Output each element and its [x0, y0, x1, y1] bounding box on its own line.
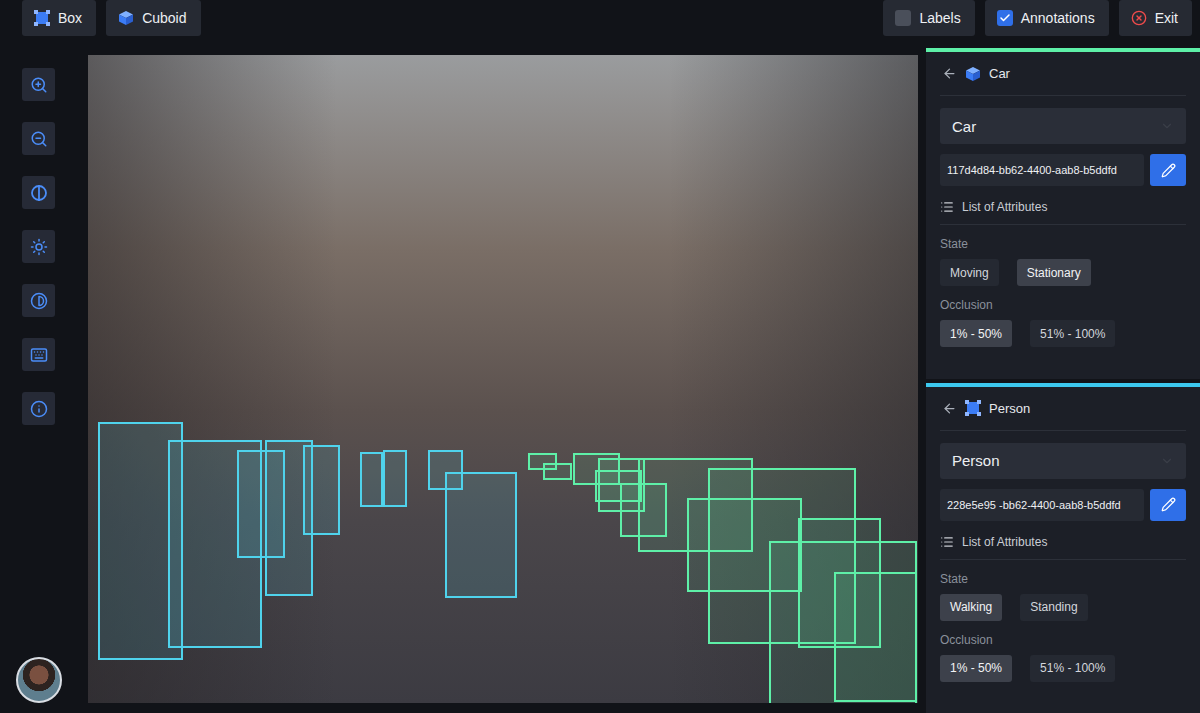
zoom-out-icon — [30, 130, 48, 148]
street-photo[interactable] — [88, 55, 918, 703]
shortcuts-button[interactable] — [22, 338, 55, 371]
cube-icon — [965, 66, 981, 82]
canvas-area — [88, 48, 926, 713]
cube-icon — [118, 10, 134, 26]
close-circle-icon — [1131, 10, 1147, 26]
cuboid-annotation[interactable] — [800, 520, 915, 700]
option-button[interactable]: 51% - 100% — [1030, 320, 1115, 347]
edit-button[interactable] — [1150, 154, 1186, 186]
exit-button[interactable]: Exit — [1119, 0, 1192, 36]
attributes-title: List of Attributes — [940, 200, 1186, 225]
checkbox[interactable] — [997, 10, 1013, 26]
class-select[interactable]: Car — [940, 108, 1186, 144]
bounding-box-icon — [34, 10, 50, 26]
annotation-app: Box Cuboid Labels Annotations Exit Car Car 117d… — [0, 0, 1200, 713]
cuboid-front-face — [834, 572, 917, 702]
pencil-icon — [1161, 163, 1176, 178]
box-annotation[interactable] — [383, 450, 407, 507]
sun-icon — [30, 238, 48, 256]
view-group: Labels Annotations Exit — [883, 0, 1192, 36]
toggle-button[interactable]: Annotations — [985, 0, 1109, 36]
id-row: 117d4d84-bb62-4400-aab8-b5ddfd — [940, 154, 1186, 186]
list-icon — [940, 200, 954, 214]
option-button[interactable]: Moving — [940, 259, 999, 286]
id-row: 228e5e95 -bb62-4400-aab8-b5ddfd — [940, 489, 1186, 521]
group-label: Occlusion — [940, 298, 1186, 312]
user-avatar[interactable] — [16, 657, 62, 703]
panel-title: Person — [989, 401, 1030, 416]
keyboard-icon — [30, 346, 48, 364]
workspace: Car Car 117d4d84-bb62-4400-aab8-b5ddfd List… — [0, 48, 1200, 713]
chevron-down-icon — [1160, 119, 1174, 133]
pencil-icon — [1161, 497, 1176, 512]
attribute-panel: Person Person 228e5e95 -bb62-4400-aab8-b5d… — [926, 383, 1200, 713]
option-row: Walking Standing — [940, 594, 1186, 621]
option-button[interactable]: Walking — [940, 594, 1002, 621]
attribute-panel: Car Car 117d4d84-bb62-4400-aab8-b5ddfd List… — [926, 48, 1200, 379]
info-button[interactable] — [22, 392, 55, 425]
option-row: 1% - 50% 51% - 100% — [940, 655, 1186, 682]
option-button[interactable]: 51% - 100% — [1030, 655, 1115, 682]
panel-title: Car — [989, 66, 1010, 81]
tool-list — [22, 68, 55, 657]
list-icon — [940, 535, 954, 549]
zoom-out-button[interactable] — [22, 122, 55, 155]
group-label: State — [940, 237, 1186, 251]
split-circle-icon — [30, 184, 48, 202]
box-annotation[interactable] — [445, 472, 517, 598]
option-row: Moving Stationary — [940, 259, 1186, 286]
panel-header: Person — [940, 387, 1186, 431]
attributes-title: List of Attributes — [940, 535, 1186, 560]
edit-button[interactable] — [1150, 489, 1186, 521]
toggle-button[interactable]: Labels — [883, 0, 974, 36]
id-field[interactable]: 228e5e95 -bb62-4400-aab8-b5ddfd — [940, 489, 1144, 521]
zoom-in-icon — [30, 76, 48, 94]
bounding-box-icon — [965, 400, 981, 416]
group-label: State — [940, 572, 1186, 586]
attribute-group: State Moving Stationary — [940, 225, 1186, 286]
tool-button[interactable]: Cuboid — [106, 0, 200, 36]
tool-column — [0, 48, 88, 713]
contrast-icon — [30, 292, 48, 310]
attribute-group: Occlusion 1% - 50% 51% - 100% — [940, 621, 1186, 682]
box-annotation[interactable] — [360, 452, 383, 507]
checkbox[interactable] — [895, 10, 911, 26]
class-value: Car — [952, 118, 976, 135]
split-view-button[interactable] — [22, 176, 55, 209]
check-icon — [999, 12, 1011, 24]
option-button[interactable]: 1% - 50% — [940, 320, 1012, 347]
attribute-group: Occlusion 1% - 50% 51% - 100% — [940, 286, 1186, 347]
box-annotation[interactable] — [303, 445, 340, 535]
chevron-down-icon — [1160, 454, 1174, 468]
info-icon — [30, 400, 48, 418]
option-button[interactable]: Stationary — [1017, 259, 1091, 286]
contrast-button[interactable] — [22, 284, 55, 317]
class-select[interactable]: Person — [940, 443, 1186, 479]
zoom-in-button[interactable] — [22, 68, 55, 101]
brightness-button[interactable] — [22, 230, 55, 263]
back-arrow-icon[interactable] — [942, 401, 957, 416]
group-label: Occlusion — [940, 633, 1186, 647]
class-value: Person — [952, 452, 1000, 469]
top-toolbar: Box Cuboid Labels Annotations Exit — [0, 0, 1200, 48]
id-field[interactable]: 117d4d84-bb62-4400-aab8-b5ddfd — [940, 154, 1144, 186]
option-button[interactable]: Standing — [1020, 594, 1087, 621]
side-panel: Car Car 117d4d84-bb62-4400-aab8-b5ddfd List… — [926, 48, 1200, 713]
back-arrow-icon[interactable] — [942, 66, 957, 81]
option-row: 1% - 50% 51% - 100% — [940, 320, 1186, 347]
panel-header: Car — [940, 52, 1186, 96]
tool-group: Box Cuboid — [22, 0, 201, 36]
tool-button[interactable]: Box — [22, 0, 96, 36]
cuboid-front-face — [543, 463, 572, 480]
attribute-group: State Walking Standing — [940, 560, 1186, 621]
option-button[interactable]: 1% - 50% — [940, 655, 1012, 682]
cuboid-annotation[interactable] — [530, 455, 570, 478]
